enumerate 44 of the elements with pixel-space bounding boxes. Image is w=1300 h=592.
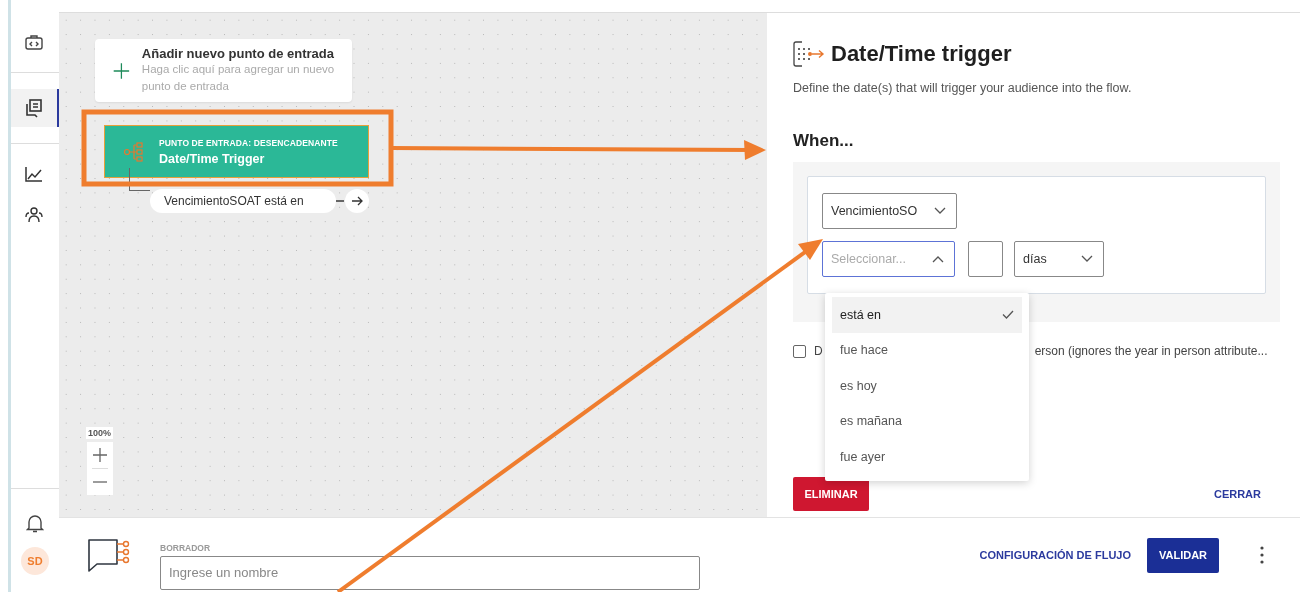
dropdown-option[interactable]: está en — [832, 297, 1022, 333]
arrow-right-icon[interactable] — [344, 188, 370, 214]
flow-icon — [87, 538, 131, 572]
section-title: When... — [793, 131, 855, 151]
check-icon — [1002, 310, 1014, 320]
code-icon — [24, 33, 44, 51]
chart-icon — [24, 165, 44, 183]
sidebar-item[interactable] — [11, 89, 59, 127]
zoom-level: 100% — [86, 427, 114, 439]
dropdown-option[interactable]: es hoy — [832, 368, 1022, 404]
amount-field[interactable] — [968, 241, 1003, 277]
close-button[interactable]: CERRAR — [1207, 487, 1267, 501]
validate-button[interactable]: VALIDAR — [1147, 537, 1219, 573]
connector-line — [129, 168, 150, 191]
attribute-select[interactable]: VencimientoSO — [822, 193, 957, 229]
dropdown-option[interactable]: fue ayer — [832, 439, 1022, 475]
status-label: BORRADOR — [160, 542, 212, 553]
dropdown-option[interactable]: fue hace — [832, 332, 1022, 368]
flow-settings-link[interactable]: CONFIGURACIÓN DE FLUJO — [979, 549, 1131, 561]
zoom-in-icon[interactable] — [91, 447, 108, 463]
chevron-down-icon — [934, 207, 946, 215]
copy-icon — [24, 98, 44, 118]
checkbox-label: D — [814, 344, 823, 358]
delete-button[interactable]: ELIMINAR — [793, 477, 869, 511]
node-title: Date/Time Trigger — [159, 151, 266, 166]
chevron-up-icon — [932, 255, 944, 263]
branch-icon — [123, 141, 145, 162]
more-options-icon[interactable] — [1260, 546, 1264, 564]
add-entry-description: Haga clic aquí para agregar un nuevo punto de entrada — [141, 62, 336, 94]
trigger-icon — [793, 41, 825, 67]
unit-select[interactable]: días — [1014, 241, 1104, 277]
panel-description: Define the date(s) that will trigger your audience into the flow. — [793, 81, 1133, 95]
add-entry-card[interactable]: Añadir nuevo punto de entrada Haga clic aquí para agregar un nuevo punto de entrada — [95, 39, 352, 102]
dropdown-option[interactable]: es mañana — [832, 403, 1022, 439]
node-label: PUNTO DE ENTRADA: DESENCADENANTE — [159, 137, 338, 148]
people-icon — [23, 205, 45, 223]
panel-title: Date/Time trigger — [831, 41, 1012, 67]
branch-label[interactable]: VencimientoSOAT está en — [150, 189, 336, 213]
checkbox-label: erson (ignores the year in person attribute... — [1034, 344, 1268, 358]
notification-bell-icon[interactable] — [26, 513, 44, 533]
add-entry-title: Añadir nuevo punto de entrada — [141, 46, 335, 61]
name-field[interactable]: Ingrese un nombre — [160, 555, 700, 590]
checkbox[interactable] — [793, 344, 806, 358]
chevron-down-icon — [1081, 255, 1093, 263]
